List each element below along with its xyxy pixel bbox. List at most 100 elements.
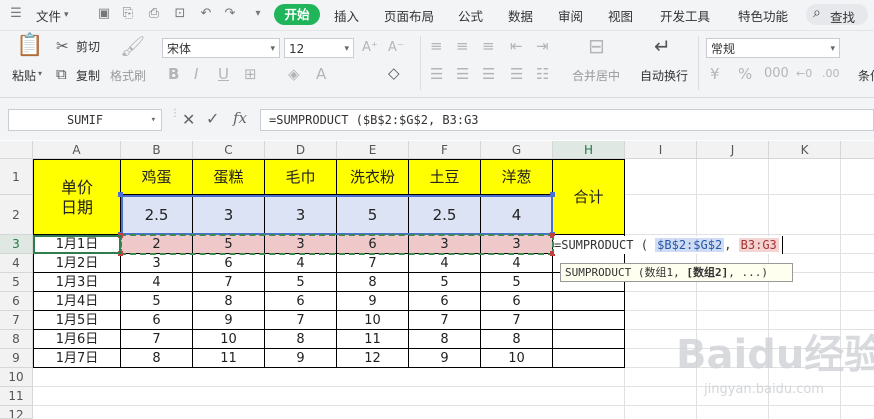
cell-f1[interactable]: 土豆: [409, 159, 481, 195]
align-right-icon[interactable]: ☰: [482, 65, 495, 83]
col-header-b[interactable]: B: [121, 141, 193, 159]
conditional-format-button[interactable]: 条件: [858, 67, 874, 84]
cell-d1[interactable]: 毛巾: [265, 159, 337, 195]
cell-e1[interactable]: 洗衣粉: [337, 159, 409, 195]
col-header-f[interactable]: F: [409, 141, 481, 159]
cell-e9[interactable]: 12: [337, 349, 409, 368]
row-header-8[interactable]: 8: [0, 330, 33, 349]
redo-icon[interactable]: ↷: [222, 6, 238, 22]
col-header-h[interactable]: H: [553, 141, 625, 159]
drag-handle-icon[interactable]: ⋮: [170, 108, 180, 119]
border-icon[interactable]: ⊞: [244, 65, 257, 83]
search-button[interactable]: ⌕ 查找: [806, 4, 868, 25]
cell-e6[interactable]: 9: [337, 292, 409, 311]
cell-a9[interactable]: 1月7日: [33, 349, 121, 368]
cancel-icon[interactable]: ✕: [182, 110, 195, 129]
cell-b6[interactable]: 5: [121, 292, 193, 311]
row-header-12[interactable]: 12: [0, 406, 33, 419]
cell-b4[interactable]: 3: [121, 254, 193, 273]
format-painter-button[interactable]: 格式刷: [110, 67, 146, 84]
cell-c7[interactable]: 9: [193, 311, 265, 330]
cell-f5[interactable]: 5: [409, 273, 481, 292]
range-handle[interactable]: [550, 192, 555, 197]
cell-d9[interactable]: 9: [265, 349, 337, 368]
align-center-icon[interactable]: ☰: [456, 65, 469, 83]
cell-c8[interactable]: 10: [193, 330, 265, 349]
cell-d7[interactable]: 7: [265, 311, 337, 330]
bold-icon[interactable]: B: [168, 65, 179, 83]
name-box[interactable]: SUMIF ▾: [8, 109, 162, 131]
underline-icon[interactable]: U: [218, 65, 229, 83]
cell-g6[interactable]: 6: [481, 292, 553, 311]
paste-button[interactable]: 粘贴: [12, 67, 36, 84]
cell-a7[interactable]: 1月5日: [33, 311, 121, 330]
col-header-g[interactable]: G: [481, 141, 553, 159]
cell-e7[interactable]: 10: [337, 311, 409, 330]
cell-d5[interactable]: 5: [265, 273, 337, 292]
cell-g7[interactable]: 7: [481, 311, 553, 330]
col-header-e[interactable]: E: [337, 141, 409, 159]
save-icon[interactable]: ▣: [96, 6, 112, 22]
tab-insert[interactable]: 插入: [334, 6, 359, 25]
cell-b9[interactable]: 8: [121, 349, 193, 368]
row-header-2[interactable]: 2: [0, 195, 33, 235]
cell-c4[interactable]: 6: [193, 254, 265, 273]
currency-icon[interactable]: ¥: [710, 65, 720, 83]
paste-icon[interactable]: 📋: [16, 35, 43, 57]
col-header-d[interactable]: D: [265, 141, 337, 159]
confirm-icon[interactable]: ✓: [206, 109, 219, 128]
percent-icon[interactable]: %: [738, 65, 752, 83]
cell-f4[interactable]: 4: [409, 254, 481, 273]
row-header-6[interactable]: 6: [0, 292, 33, 311]
fill-color-icon[interactable]: ◈: [288, 65, 300, 83]
export-icon[interactable]: ⎘: [120, 6, 136, 22]
row-header-5[interactable]: 5: [0, 273, 33, 292]
formula-input[interactable]: =SUMPRODUCT ($B$2:$G$2, B3:G3: [260, 109, 874, 131]
hamburger-icon[interactable]: ☰: [8, 6, 24, 22]
thousands-icon[interactable]: 000: [764, 65, 789, 83]
cell-g4[interactable]: 4: [481, 254, 553, 273]
cell-a4[interactable]: 1月2日: [33, 254, 121, 273]
row-header-7[interactable]: 7: [0, 311, 33, 330]
col-header-k[interactable]: K: [769, 141, 841, 159]
range-handle[interactable]: [118, 192, 123, 197]
tab-special[interactable]: 特色功能: [738, 6, 788, 25]
row-header-10[interactable]: 10: [0, 368, 33, 387]
cell-b1[interactable]: 鸡蛋: [121, 159, 193, 195]
indent-left-icon[interactable]: ⇤: [510, 37, 523, 55]
function-icon[interactable]: fx: [233, 109, 247, 127]
cell-g9[interactable]: 10: [481, 349, 553, 368]
justify-icon[interactable]: ☰: [510, 65, 523, 83]
row-header-9[interactable]: 9: [0, 349, 33, 368]
cut-button[interactable]: 剪切: [76, 38, 100, 55]
undo-icon[interactable]: ↶: [198, 6, 214, 22]
print-icon[interactable]: ⎙: [146, 6, 162, 22]
cell-f8[interactable]: 8: [409, 330, 481, 349]
align-left-icon[interactable]: ☰: [430, 65, 443, 83]
cell-f9[interactable]: 9: [409, 349, 481, 368]
cell-h7[interactable]: [553, 311, 625, 330]
cell-g5[interactable]: 5: [481, 273, 553, 292]
cell-h1-total-header[interactable]: 合计: [553, 159, 625, 235]
row-header-11[interactable]: 11: [0, 387, 33, 406]
align-bottom-icon[interactable]: ≡: [482, 37, 495, 55]
tab-start[interactable]: 开始: [274, 4, 320, 25]
select-all-corner[interactable]: [0, 141, 33, 159]
cell-h8[interactable]: [553, 330, 625, 349]
menu-file[interactable]: 文件: [36, 6, 61, 25]
cell-f7[interactable]: 7: [409, 311, 481, 330]
cell-a6[interactable]: 1月4日: [33, 292, 121, 311]
cell-h3-editor[interactable]: =SUMPRODUCT ( $B$2:$G$2, B3:G3: [554, 236, 783, 254]
distributed-icon[interactable]: ☷: [536, 65, 549, 83]
cell-d6[interactable]: 6: [265, 292, 337, 311]
row-header-4[interactable]: 4: [0, 254, 33, 273]
cell-b7[interactable]: 6: [121, 311, 193, 330]
paste-dropdown-icon[interactable]: ▾: [38, 69, 42, 78]
col-header-c[interactable]: C: [193, 141, 265, 159]
cell-c1[interactable]: 蛋糕: [193, 159, 265, 195]
cell-a8[interactable]: 1月6日: [33, 330, 121, 349]
cell-e4[interactable]: 7: [337, 254, 409, 273]
merge-center-button[interactable]: 合并居中: [572, 67, 620, 84]
col-header-i[interactable]: I: [625, 141, 697, 159]
tab-review[interactable]: 审阅: [558, 6, 583, 25]
